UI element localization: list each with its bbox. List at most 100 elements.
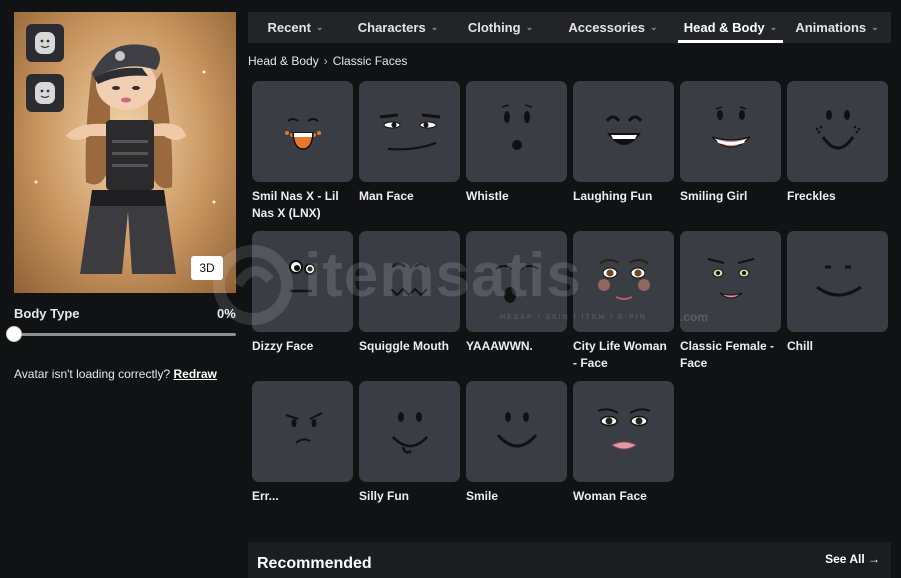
body-type-slider[interactable]: [14, 333, 236, 336]
item-card[interactable]: Classic Female - Face: [680, 231, 781, 381]
face-icon: [815, 109, 860, 149]
body-type-label: Body Type: [14, 306, 80, 321]
head-thumbnail-2[interactable]: [26, 74, 64, 112]
item-name: Squiggle Mouth: [359, 339, 449, 353]
item-card[interactable]: Smil Nas X - Lil Nas X (LNX): [252, 81, 353, 231]
tab-recent[interactable]: Recent ⌄: [248, 12, 343, 43]
view-3d-button[interactable]: 3D: [191, 256, 223, 280]
item-thumbnail: [359, 81, 460, 182]
item-name: Smile: [466, 489, 499, 503]
chevron-down-icon: ⌄: [430, 22, 439, 32]
item-card[interactable]: Woman Face: [573, 381, 674, 531]
tab-label: Animations: [795, 20, 867, 35]
breadcrumb: Head & Body › Classic Faces: [248, 54, 407, 68]
tab-label: Characters: [357, 20, 426, 35]
face-icon: [496, 411, 537, 447]
item-thumbnail: [252, 231, 353, 332]
tab-animations[interactable]: Animations ⌄: [783, 12, 891, 43]
item-name: Err...: [252, 489, 279, 503]
item-thumbnail: [252, 81, 353, 182]
face-icon: [815, 265, 862, 296]
face-icon: [285, 411, 322, 444]
item-card[interactable]: Smile: [466, 381, 567, 531]
item-card[interactable]: Laughing Fun: [573, 81, 674, 231]
tab-characters[interactable]: Characters ⌄: [343, 12, 453, 43]
face-icon: [597, 258, 650, 300]
item-thumbnail: [252, 381, 353, 482]
chevron-down-icon: ⌄: [769, 22, 778, 32]
item-name: Dizzy Face: [252, 339, 314, 353]
chevron-down-icon: ⌄: [315, 22, 324, 32]
item-card[interactable]: YAAAWWN.: [466, 231, 567, 381]
head-icon: [35, 32, 55, 54]
item-thumbnail: [573, 231, 674, 332]
item-thumbnail: [466, 231, 567, 332]
recommended-section: Recommended See All →: [248, 542, 891, 578]
item-thumbnail: [466, 81, 567, 182]
item-thumbnail: [466, 381, 567, 482]
loading-notice: Avatar isn't loading correctly? Redraw: [14, 367, 217, 381]
item-card[interactable]: Chill: [787, 231, 888, 381]
face-icon: [379, 113, 440, 150]
avatar-panel: 3D Body Type 0% Avatar isn't loading cor…: [0, 0, 248, 578]
head-icon: [35, 82, 55, 104]
item-thumbnail: [680, 81, 781, 182]
item-thumbnail: [787, 231, 888, 332]
face-icon: [391, 411, 428, 454]
item-name: Whistle: [466, 189, 509, 203]
item-grid: Smil Nas X - Lil Nas X (LNX) Man Face Wh…: [252, 81, 892, 531]
item-name: YAAAWWN.: [466, 339, 533, 353]
item-thumbnail: [573, 81, 674, 182]
see-all-label: See All: [825, 552, 865, 566]
breadcrumb-current: Classic Faces: [332, 54, 408, 68]
tab-accessories[interactable]: Accessories ⌄: [548, 12, 678, 43]
face-icon: [605, 115, 642, 145]
item-card[interactable]: Freckles: [787, 81, 888, 231]
slider-thumb[interactable]: [6, 326, 22, 342]
item-name: Classic Female - Face: [680, 339, 775, 370]
tab-head-body[interactable]: Head & Body ⌄: [678, 12, 783, 43]
item-card[interactable]: Smiling Girl: [680, 81, 781, 231]
body-type-value: 0%: [217, 306, 236, 321]
item-name: Laughing Fun: [573, 189, 653, 203]
tab-label: Clothing: [467, 20, 521, 35]
face-icon: [389, 262, 428, 296]
item-card[interactable]: Dizzy Face: [252, 231, 353, 381]
chevron-down-icon: ⌄: [871, 22, 879, 32]
item-card[interactable]: Whistle: [466, 81, 567, 231]
redraw-link[interactable]: Redraw: [174, 367, 217, 381]
item-thumbnail: [680, 231, 781, 332]
tab-label: Head & Body: [683, 20, 765, 35]
face-icon: [288, 259, 316, 292]
item-thumbnail: [359, 231, 460, 332]
face-icon: [284, 117, 321, 150]
loading-notice-text: Avatar isn't loading correctly?: [14, 367, 171, 381]
chevron-down-icon: ⌄: [650, 22, 658, 32]
category-tabs: Recent ⌄ Characters ⌄ Clothing ⌄ Accessorie…: [248, 12, 891, 43]
head-thumbnail-1[interactable]: [26, 24, 64, 62]
item-name: Man Face: [359, 189, 414, 203]
item-name: Woman Face: [573, 489, 647, 503]
item-name: Smil Nas X - Lil Nas X (LNX): [252, 189, 339, 220]
item-card[interactable]: Man Face: [359, 81, 460, 231]
see-all-link[interactable]: See All →: [825, 552, 880, 566]
breadcrumb-parent[interactable]: Head & Body: [248, 54, 319, 68]
item-card[interactable]: Squiggle Mouth: [359, 231, 460, 381]
item-name: Silly Fun: [359, 489, 410, 503]
face-icon: [501, 103, 532, 150]
item-thumbnail: [573, 381, 674, 482]
tab-clothing[interactable]: Clothing ⌄: [453, 12, 548, 43]
tab-label: Recent: [267, 20, 311, 35]
item-card[interactable]: Silly Fun: [359, 381, 460, 531]
face-icon: [711, 105, 750, 148]
face-icon: [707, 257, 754, 298]
item-thumbnail: [787, 81, 888, 182]
item-name: Freckles: [787, 189, 836, 203]
face-icon: [494, 264, 539, 303]
item-card[interactable]: Err...: [252, 381, 353, 531]
face-icon: [597, 407, 650, 449]
item-thumbnail: [359, 381, 460, 482]
item-card[interactable]: City Life Woman - Face: [573, 231, 674, 381]
item-name: Chill: [787, 339, 813, 353]
arrow-right-icon: →: [868, 552, 880, 566]
